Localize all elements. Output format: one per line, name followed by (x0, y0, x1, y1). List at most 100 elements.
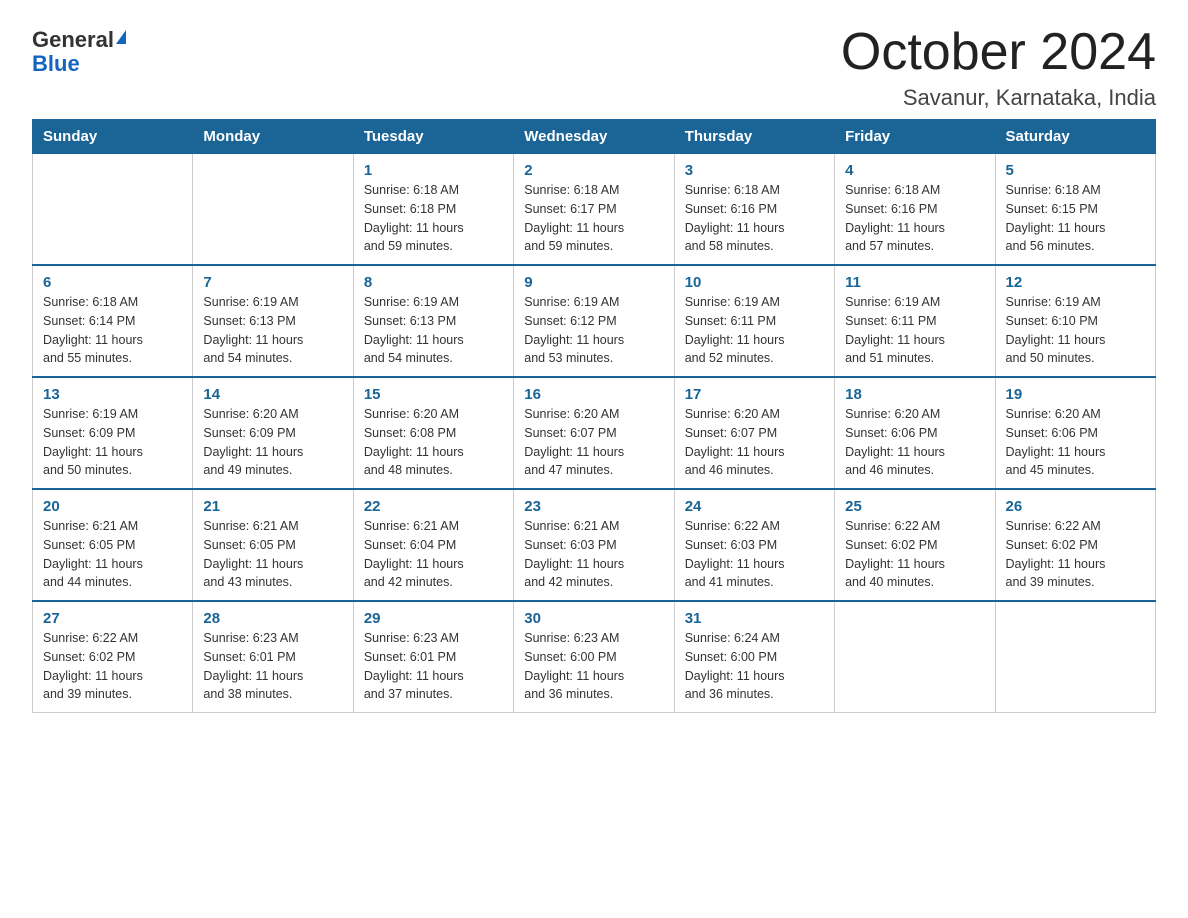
calendar-cell: 17 Sunrise: 6:20 AMSunset: 6:07 PMDayligh… (674, 377, 834, 489)
day-number: 21 (203, 498, 342, 515)
day-info: Sunrise: 6:19 AMSunset: 6:13 PMDaylight:… (203, 293, 342, 368)
calendar-cell: 29Sunrise: 6:23 AMSunset: 6:01 PMDayligh… (353, 601, 513, 713)
calendar-cell: 4 Sunrise: 6:18 AMSunset: 6:16 PMDaylight… (835, 154, 995, 266)
calendar-cell: 28 Sunrise: 6:23 AMSunset: 6:01 PMDayligh… (193, 601, 353, 713)
day-header-friday: Friday (835, 120, 995, 154)
day-info: Sunrise: 6:19 AMSunset: 6:10 PMDaylight:… (1006, 293, 1145, 368)
day-number: 17 (685, 386, 824, 403)
calendar-cell: 21 Sunrise: 6:21 AMSunset: 6:05 PMDayligh… (193, 489, 353, 601)
calendar-cell: 24 Sunrise: 6:22 AMSunset: 6:03 PMDayligh… (674, 489, 834, 601)
calendar-cell (193, 154, 353, 266)
day-info: Sunrise: 6:23 AMSunset: 6:01 PMDaylight:… (203, 629, 342, 704)
calendar-week-4: 20Sunrise: 6:21 AMSunset: 6:05 PMDayligh… (33, 489, 1156, 601)
day-number: 9 (524, 274, 663, 291)
day-number: 26 (1006, 498, 1145, 515)
day-info: Sunrise: 6:18 AMSunset: 6:16 PMDaylight:… (685, 181, 824, 256)
calendar-cell: 6 Sunrise: 6:18 AMSunset: 6:14 PMDaylight… (33, 265, 193, 377)
calendar-cell (835, 601, 995, 713)
calendar-cell: 13 Sunrise: 6:19 AMSunset: 6:09 PMDayligh… (33, 377, 193, 489)
calendar-cell: 1 Sunrise: 6:18 AMSunset: 6:18 PMDaylight… (353, 154, 513, 266)
title-section: October 2024 Savanur, Karnataka, India (841, 24, 1156, 111)
day-number: 18 (845, 386, 984, 403)
day-info: Sunrise: 6:23 AMSunset: 6:00 PMDaylight:… (524, 629, 663, 704)
day-info: Sunrise: 6:19 AMSunset: 6:11 PMDaylight:… (685, 293, 824, 368)
day-number: 24 (685, 498, 824, 515)
day-info: Sunrise: 6:19 AMSunset: 6:09 PMDaylight:… (43, 405, 182, 480)
day-number: 31 (685, 610, 824, 627)
calendar-cell: 5Sunrise: 6:18 AMSunset: 6:15 PMDaylight… (995, 154, 1155, 266)
logo-blue-text: Blue (32, 52, 80, 76)
calendar-cell: 11 Sunrise: 6:19 AMSunset: 6:11 PMDayligh… (835, 265, 995, 377)
day-info: Sunrise: 6:18 AMSunset: 6:18 PMDaylight:… (364, 181, 503, 256)
day-number: 3 (685, 162, 824, 179)
month-year-title: October 2024 (841, 24, 1156, 81)
calendar-cell: 31 Sunrise: 6:24 AMSunset: 6:00 PMDayligh… (674, 601, 834, 713)
day-header-thursday: Thursday (674, 120, 834, 154)
calendar-cell: 22Sunrise: 6:21 AMSunset: 6:04 PMDayligh… (353, 489, 513, 601)
day-info: Sunrise: 6:24 AMSunset: 6:00 PMDaylight:… (685, 629, 824, 704)
day-header-sunday: Sunday (33, 120, 193, 154)
day-info: Sunrise: 6:20 AMSunset: 6:08 PMDaylight:… (364, 405, 503, 480)
day-number: 30 (524, 610, 663, 627)
logo: General Blue (32, 24, 126, 76)
day-number: 12 (1006, 274, 1145, 291)
calendar-week-1: 1 Sunrise: 6:18 AMSunset: 6:18 PMDaylight… (33, 154, 1156, 266)
calendar-cell: 26Sunrise: 6:22 AMSunset: 6:02 PMDayligh… (995, 489, 1155, 601)
calendar-cell: 2 Sunrise: 6:18 AMSunset: 6:17 PMDaylight… (514, 154, 674, 266)
day-number: 1 (364, 162, 503, 179)
day-info: Sunrise: 6:22 AMSunset: 6:03 PMDaylight:… (685, 517, 824, 592)
day-info: Sunrise: 6:21 AMSunset: 6:05 PMDaylight:… (43, 517, 182, 592)
day-info: Sunrise: 6:21 AMSunset: 6:04 PMDaylight:… (364, 517, 503, 592)
calendar-cell: 19 Sunrise: 6:20 AMSunset: 6:06 PMDayligh… (995, 377, 1155, 489)
day-number: 15 (364, 386, 503, 403)
logo-general-text: General (32, 28, 114, 52)
day-header-tuesday: Tuesday (353, 120, 513, 154)
day-number: 13 (43, 386, 182, 403)
calendar-cell: 10 Sunrise: 6:19 AMSunset: 6:11 PMDayligh… (674, 265, 834, 377)
day-number: 27 (43, 610, 182, 627)
calendar-cell: 15 Sunrise: 6:20 AMSunset: 6:08 PMDayligh… (353, 377, 513, 489)
calendar-cell: 3 Sunrise: 6:18 AMSunset: 6:16 PMDaylight… (674, 154, 834, 266)
calendar-cell: 20Sunrise: 6:21 AMSunset: 6:05 PMDayligh… (33, 489, 193, 601)
day-info: Sunrise: 6:18 AMSunset: 6:17 PMDaylight:… (524, 181, 663, 256)
day-info: Sunrise: 6:18 AMSunset: 6:15 PMDaylight:… (1006, 181, 1145, 256)
calendar-cell (995, 601, 1155, 713)
day-number: 28 (203, 610, 342, 627)
day-number: 10 (685, 274, 824, 291)
day-info: Sunrise: 6:19 AMSunset: 6:12 PMDaylight:… (524, 293, 663, 368)
day-info: Sunrise: 6:18 AMSunset: 6:16 PMDaylight:… (845, 181, 984, 256)
day-number: 19 (1006, 386, 1145, 403)
day-info: Sunrise: 6:20 AMSunset: 6:06 PMDaylight:… (1006, 405, 1145, 480)
calendar-cell: 27 Sunrise: 6:22 AMSunset: 6:02 PMDayligh… (33, 601, 193, 713)
day-info: Sunrise: 6:20 AMSunset: 6:07 PMDaylight:… (524, 405, 663, 480)
calendar-cell: 12 Sunrise: 6:19 AMSunset: 6:10 PMDayligh… (995, 265, 1155, 377)
calendar-cell: 14Sunrise: 6:20 AMSunset: 6:09 PMDayligh… (193, 377, 353, 489)
day-info: Sunrise: 6:22 AMSunset: 6:02 PMDaylight:… (43, 629, 182, 704)
day-info: Sunrise: 6:19 AMSunset: 6:13 PMDaylight:… (364, 293, 503, 368)
day-number: 6 (43, 274, 182, 291)
day-info: Sunrise: 6:21 AMSunset: 6:03 PMDaylight:… (524, 517, 663, 592)
day-info: Sunrise: 6:18 AMSunset: 6:14 PMDaylight:… (43, 293, 182, 368)
day-info: Sunrise: 6:20 AMSunset: 6:07 PMDaylight:… (685, 405, 824, 480)
day-number: 2 (524, 162, 663, 179)
header: General Blue October 2024 Savanur, Karna… (32, 24, 1156, 111)
day-number: 4 (845, 162, 984, 179)
calendar-cell: 25 Sunrise: 6:22 AMSunset: 6:02 PMDayligh… (835, 489, 995, 601)
day-info: Sunrise: 6:21 AMSunset: 6:05 PMDaylight:… (203, 517, 342, 592)
calendar-cell: 9 Sunrise: 6:19 AMSunset: 6:12 PMDaylight… (514, 265, 674, 377)
day-number: 14 (203, 386, 342, 403)
calendar-cell: 7Sunrise: 6:19 AMSunset: 6:13 PMDaylight… (193, 265, 353, 377)
day-header-saturday: Saturday (995, 120, 1155, 154)
day-number: 25 (845, 498, 984, 515)
calendar-cell: 16Sunrise: 6:20 AMSunset: 6:07 PMDayligh… (514, 377, 674, 489)
day-number: 23 (524, 498, 663, 515)
location-subtitle: Savanur, Karnataka, India (841, 85, 1156, 111)
calendar-header-row: SundayMondayTuesdayWednesdayThursdayFrid… (33, 120, 1156, 154)
day-header-wednesday: Wednesday (514, 120, 674, 154)
day-info: Sunrise: 6:23 AMSunset: 6:01 PMDaylight:… (364, 629, 503, 704)
day-info: Sunrise: 6:19 AMSunset: 6:11 PMDaylight:… (845, 293, 984, 368)
calendar-week-3: 13 Sunrise: 6:19 AMSunset: 6:09 PMDayligh… (33, 377, 1156, 489)
day-info: Sunrise: 6:22 AMSunset: 6:02 PMDaylight:… (845, 517, 984, 592)
calendar-cell: 23 Sunrise: 6:21 AMSunset: 6:03 PMDayligh… (514, 489, 674, 601)
day-number: 11 (845, 274, 984, 291)
